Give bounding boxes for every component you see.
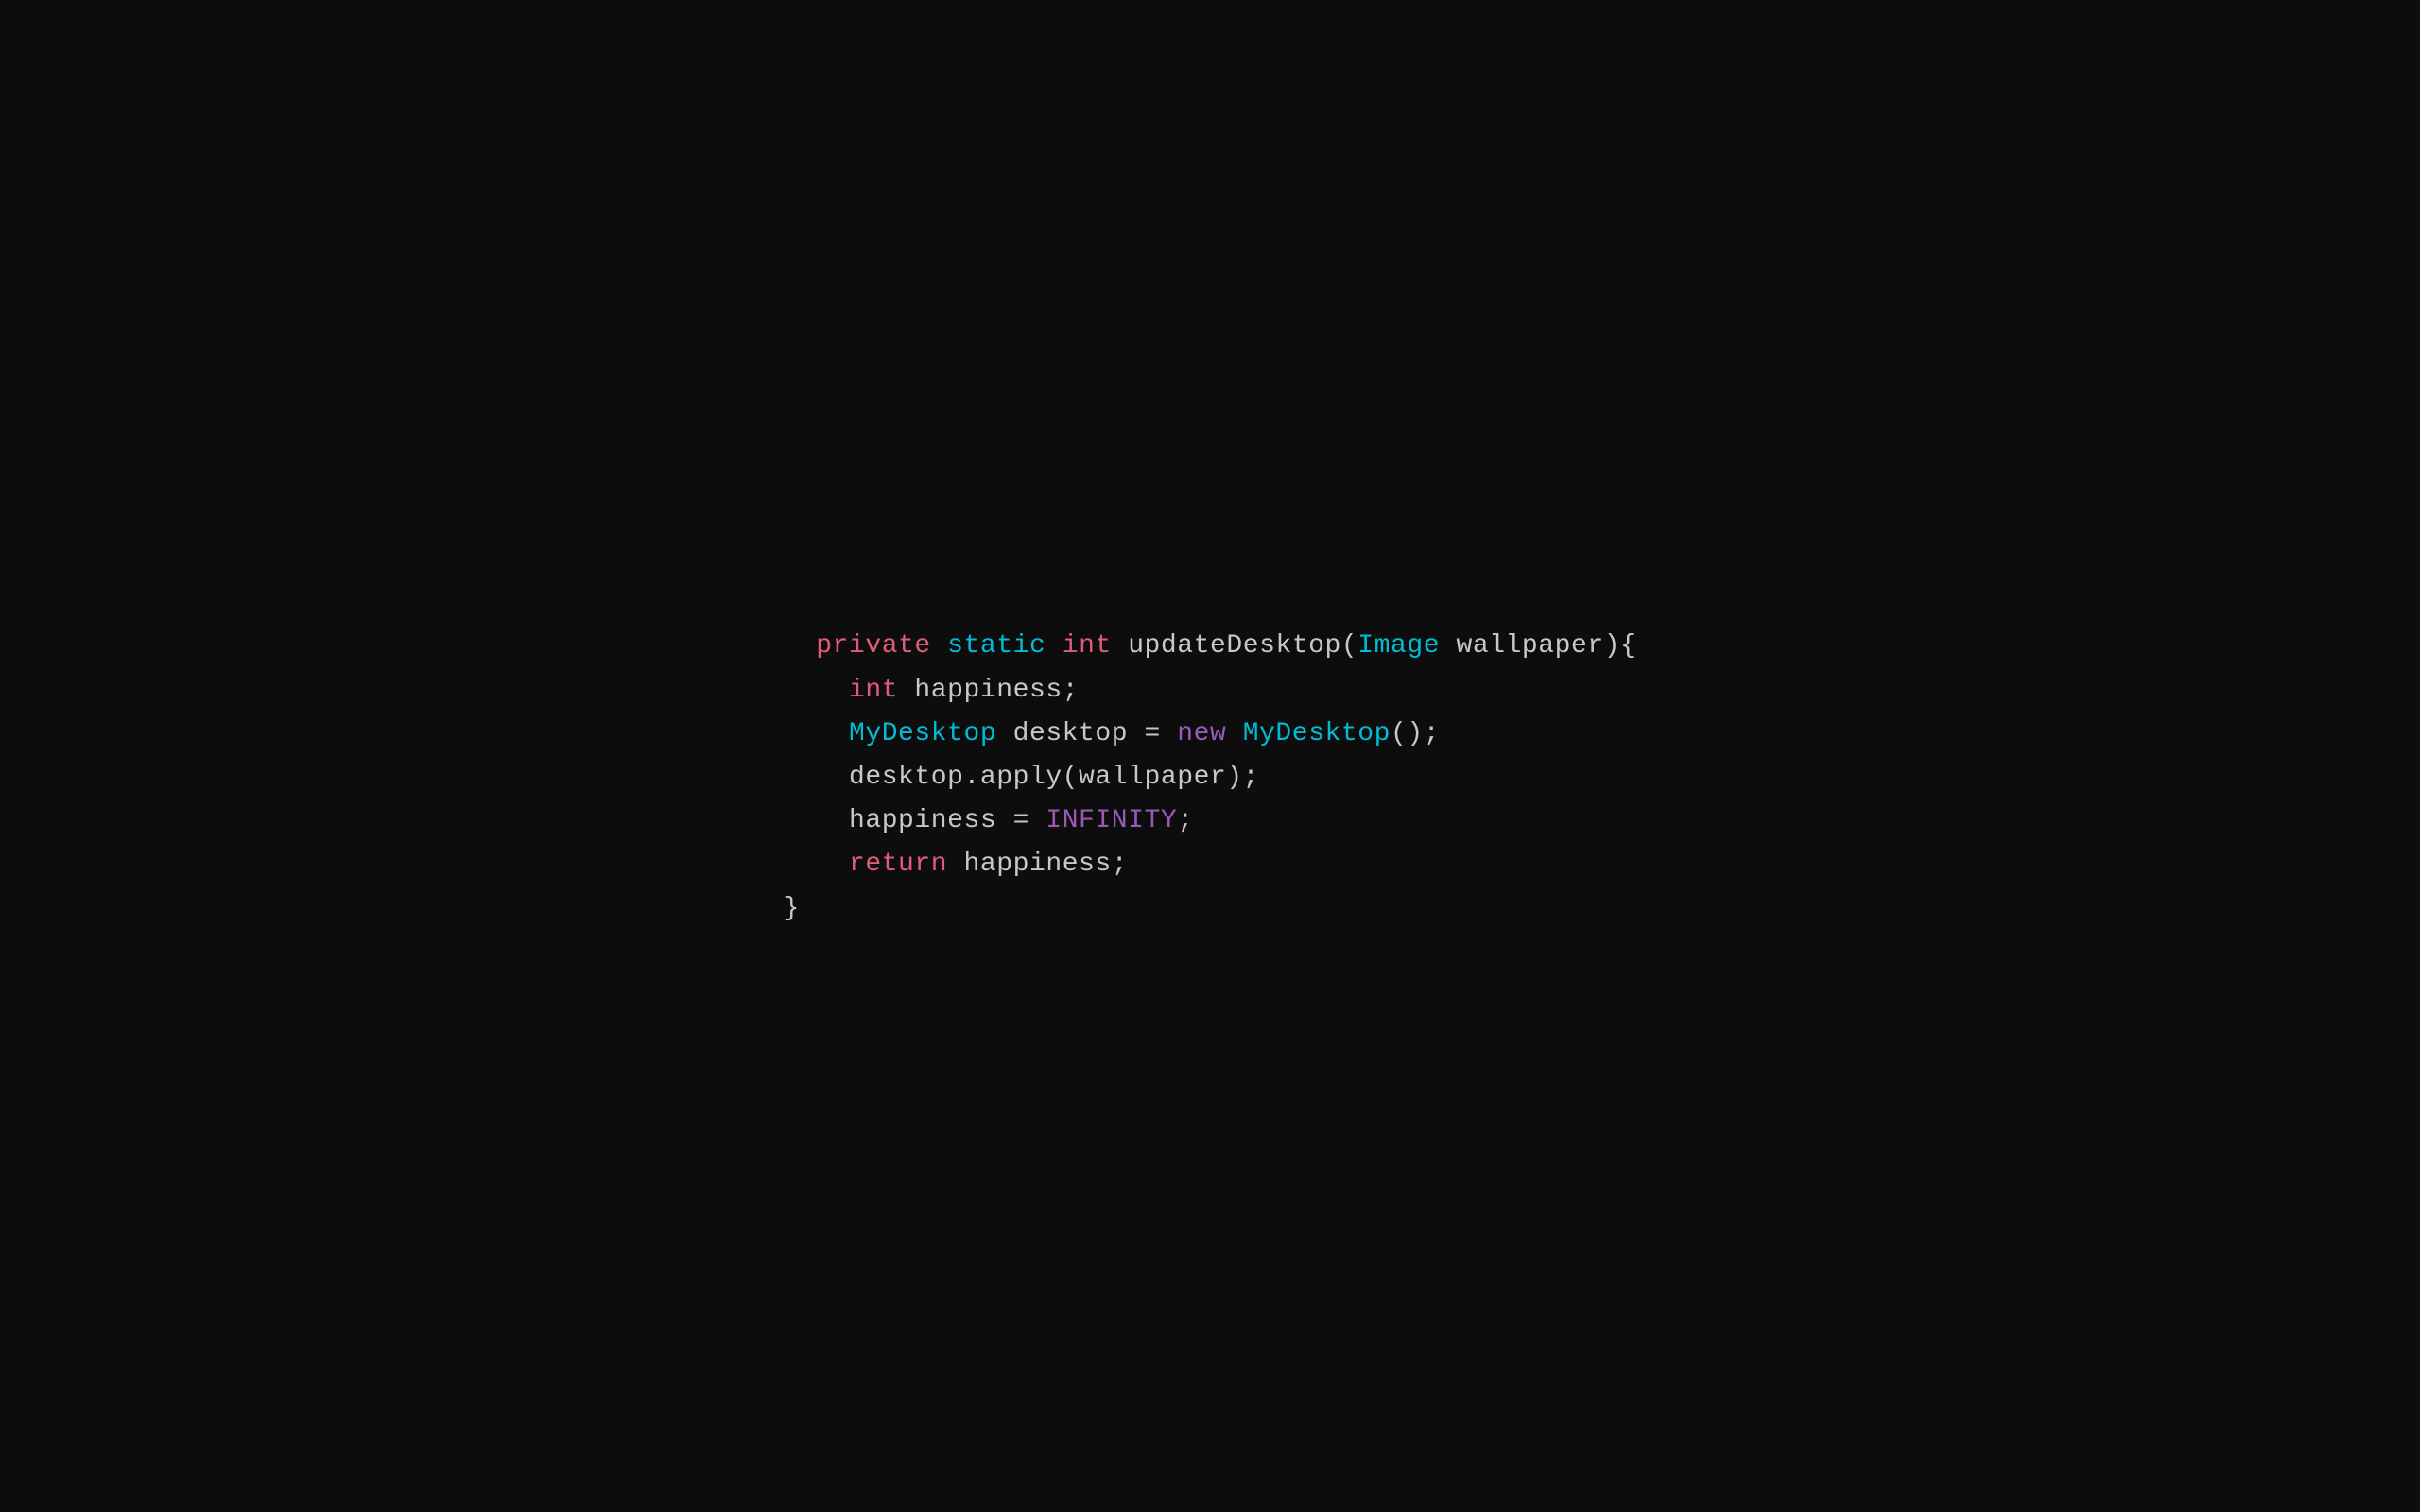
happiness-assign: happiness =	[849, 806, 1046, 835]
space-1	[931, 631, 947, 661]
line-1: private static int updateDesktop(Image w…	[816, 631, 1636, 661]
return-val: happiness;	[947, 850, 1128, 879]
keyword-static: static	[947, 631, 1046, 661]
desktop-assign: desktop =	[996, 719, 1177, 748]
code-display: private static int updateDesktop(Image w…	[784, 581, 1637, 931]
keyword-int-2: int	[849, 676, 898, 705]
keyword-return: return	[849, 850, 947, 879]
keyword-mydesktop-2: MyDesktop	[1243, 719, 1391, 748]
space-2	[1046, 631, 1062, 661]
semicolon-5: ;	[1177, 806, 1193, 835]
apply-call: desktop.apply(wallpaper);	[849, 763, 1259, 792]
happiness-decl: happiness;	[898, 676, 1079, 705]
keyword-private: private	[816, 631, 931, 661]
keyword-mydesktop-1: MyDesktop	[849, 719, 996, 748]
keyword-infinity: INFINITY	[1046, 806, 1177, 835]
space-new	[1226, 719, 1242, 748]
param-text: wallpaper){	[1440, 631, 1636, 661]
desktop-call: ();	[1391, 719, 1440, 748]
line-4: desktop.apply(wallpaper);	[784, 763, 1260, 792]
keyword-new: new	[1177, 719, 1226, 748]
line-7: }	[784, 894, 800, 923]
line-2: int happiness;	[784, 676, 1080, 705]
line-5: happiness = INFINITY;	[784, 806, 1194, 835]
keyword-int-1: int	[1063, 631, 1112, 661]
line-3: MyDesktop desktop = new MyDesktop();	[784, 719, 1441, 748]
line-6: return happiness;	[784, 850, 1129, 879]
keyword-image: Image	[1357, 631, 1440, 661]
method-name: updateDesktop(	[1112, 631, 1357, 661]
